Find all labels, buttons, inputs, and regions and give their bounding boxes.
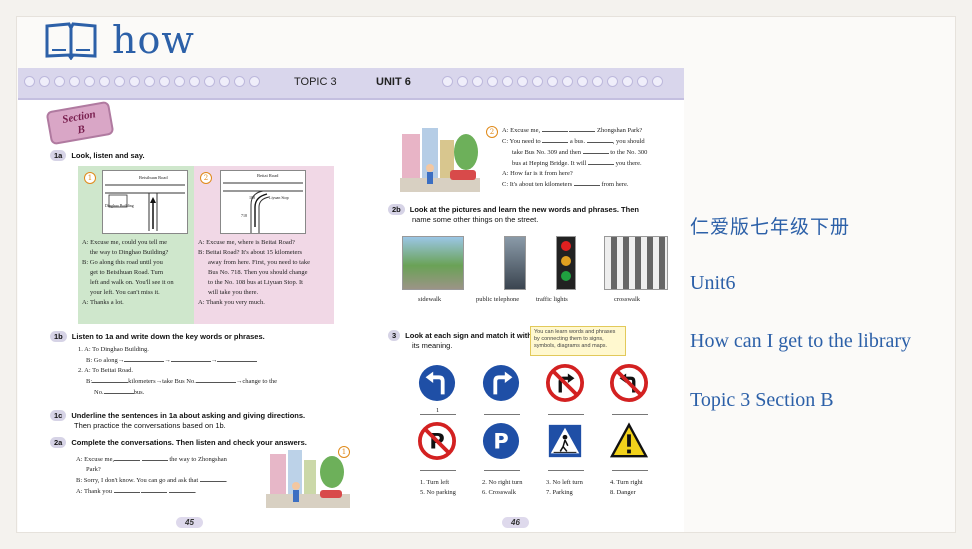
open-book-icon bbox=[45, 22, 97, 60]
photo-traffic-lights bbox=[556, 236, 576, 290]
exercise-2a-lines: A: Excuse me, the way to Zhongshan Park?… bbox=[76, 456, 228, 495]
turn-right-sign-icon bbox=[482, 364, 520, 402]
page-header-band: TOPIC 3 bbox=[18, 68, 362, 100]
caption-public-telephone: public telephone bbox=[476, 296, 520, 303]
map-diagram-2: Beitai Road Liyuan Stop 108 718 bbox=[220, 170, 306, 234]
page-number-right: 46 bbox=[502, 517, 529, 528]
answer-blank[interactable] bbox=[612, 414, 648, 415]
page-number-left: 45 bbox=[176, 517, 203, 528]
section-tag: Section B bbox=[45, 100, 115, 146]
exercise-3: 3 Look at each sign and match it with its… bbox=[388, 330, 532, 350]
answer-example: 1 bbox=[436, 407, 440, 414]
svg-text:P: P bbox=[493, 430, 508, 454]
answer-blank[interactable] bbox=[420, 470, 456, 471]
dialog-1: A: Excuse me, could you tell me the way … bbox=[82, 239, 174, 306]
danger-sign-icon bbox=[610, 422, 648, 458]
photo-sidewalk bbox=[402, 236, 464, 290]
crosswalk-sign-icon bbox=[548, 424, 582, 458]
no-parking-sign-icon: P bbox=[418, 422, 456, 460]
title-bar: how bbox=[44, 18, 195, 62]
topic-label: TOPIC 3 bbox=[294, 76, 337, 88]
decor-dots bbox=[442, 76, 663, 87]
photo-crosswalk bbox=[604, 236, 668, 290]
no-right-turn-sign-icon bbox=[546, 364, 584, 402]
answer-blank[interactable] bbox=[548, 414, 584, 415]
caption-sidewalk: sidewalk bbox=[418, 296, 442, 303]
exercise-1b-lines: 1. A: To Dinghao Building. B: Go along→ →… bbox=[78, 346, 278, 396]
dialog-2: A: Excuse me, where is Beitai Road? B: B… bbox=[198, 239, 310, 306]
turn-left-sign-icon bbox=[418, 364, 456, 402]
no-left-turn-sign-icon bbox=[610, 364, 648, 402]
exercise-2b: 2b Look at the pictures and learn the new… bbox=[388, 204, 639, 224]
street-scene-illustration-right bbox=[400, 124, 480, 192]
exercise-1b: 1b Listen to 1a and write down the key wo… bbox=[50, 331, 265, 342]
conversation-2: A: Excuse me, Zhongshan Park? C: You nee… bbox=[502, 127, 648, 188]
unit-title: Unit6 bbox=[690, 272, 736, 294]
unit-label: UNIT 6 bbox=[376, 76, 411, 88]
decor-dots bbox=[24, 76, 260, 87]
textbook-edition-label: 仁爱版七年级下册 bbox=[690, 216, 851, 238]
answer-blank[interactable] bbox=[484, 414, 520, 415]
photo-public-telephone bbox=[504, 236, 526, 290]
map-panel-1: 1 Beisihuan Road Dinghao Building A: Exc… bbox=[78, 166, 194, 324]
textbook-spread: TOPIC 3 Section B 1a Look, listen and say… bbox=[18, 68, 684, 532]
answer-blank[interactable] bbox=[484, 470, 520, 471]
page-header-band: UNIT 6 bbox=[362, 68, 684, 100]
left-page: TOPIC 3 Section B 1a Look, listen and say… bbox=[18, 68, 362, 532]
answer-blank[interactable] bbox=[612, 470, 648, 471]
street-scene-illustration-left: 1 bbox=[266, 446, 350, 508]
exercise-1c: 1c Underline the sentences in 1a about as… bbox=[50, 410, 305, 430]
learning-tip-note: You can learn words and phrases by conne… bbox=[530, 326, 626, 356]
sign-meanings: 1. Turn left 2. No right turn 3. No left… bbox=[420, 479, 643, 496]
exercise-1a: 1a Look, listen and say. bbox=[50, 150, 145, 161]
caption-crosswalk: crosswalk bbox=[614, 296, 640, 303]
answer-blank[interactable] bbox=[548, 470, 584, 471]
map-diagram-1: Beisihuan Road Dinghao Building bbox=[102, 170, 188, 234]
map-panel-2: 2 Beitai Road Liyuan Stop 108 718 A: Exc… bbox=[194, 166, 334, 324]
parking-sign-icon: P bbox=[482, 422, 520, 460]
topic-section-title: Topic 3 Section B bbox=[690, 389, 834, 411]
caption-traffic-lights: traffic lights bbox=[536, 296, 568, 303]
right-page: UNIT 6 2 A: Excuse me, Zhongshan Park? C… bbox=[362, 68, 684, 532]
slide-title: how bbox=[112, 18, 195, 62]
lesson-title: How can I get to the library bbox=[690, 330, 912, 352]
